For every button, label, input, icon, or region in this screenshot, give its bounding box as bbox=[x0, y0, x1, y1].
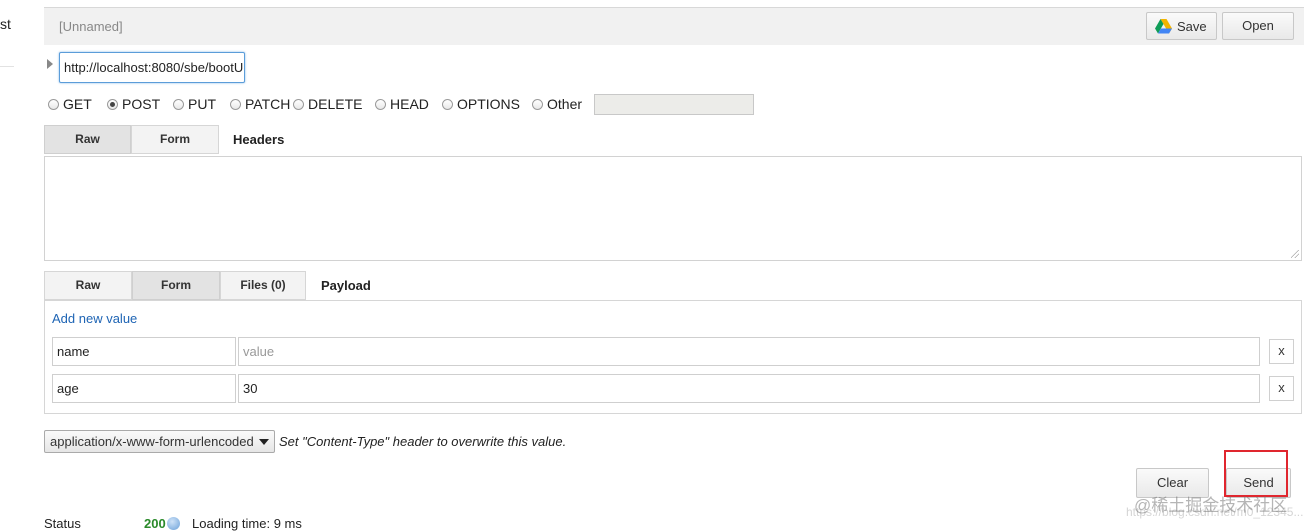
radio-get[interactable] bbox=[48, 99, 59, 110]
triangle-right-icon[interactable] bbox=[47, 59, 53, 69]
method-label: Other bbox=[547, 96, 583, 112]
open-button[interactable]: Open bbox=[1222, 12, 1294, 40]
save-button[interactable]: Save bbox=[1146, 12, 1217, 40]
payload-tab-form[interactable]: Form bbox=[132, 271, 220, 300]
headers-tab-raw[interactable]: Raw bbox=[44, 125, 131, 154]
radio-patch[interactable] bbox=[230, 99, 241, 110]
content-type-select[interactable]: application/x-www-form-urlencoded bbox=[44, 430, 275, 453]
method-label: PUT bbox=[188, 96, 216, 112]
form-row-name-key[interactable]: name bbox=[52, 337, 236, 366]
headers-tab-form[interactable]: Form bbox=[131, 125, 219, 154]
method-put[interactable]: PUT bbox=[173, 96, 216, 112]
form-row-name-value[interactable]: value bbox=[238, 337, 1260, 366]
method-get[interactable]: GET bbox=[48, 96, 92, 112]
method-label: GET bbox=[63, 96, 92, 112]
radio-delete[interactable] bbox=[293, 99, 304, 110]
radio-options[interactable] bbox=[442, 99, 453, 110]
request-title-bar: [Unnamed] Save Open bbox=[44, 7, 1304, 45]
method-label: PATCH bbox=[245, 96, 291, 112]
payload-label: Payload bbox=[321, 278, 371, 293]
radio-head[interactable] bbox=[375, 99, 386, 110]
method-label: DELETE bbox=[308, 96, 363, 112]
method-other[interactable]: Other bbox=[532, 96, 582, 112]
content-type-hint: Set "Content-Type" header to overwrite t… bbox=[279, 434, 567, 449]
radio-put[interactable] bbox=[173, 99, 184, 110]
payload-form-panel: Add new value name value x age 30 x bbox=[44, 300, 1302, 414]
other-method-input[interactable] bbox=[594, 94, 754, 115]
caret-down-icon bbox=[259, 439, 269, 445]
left-panel-fragment: st bbox=[0, 16, 11, 32]
left-panel-edge: st bbox=[0, 0, 14, 529]
method-delete[interactable]: DELETE bbox=[293, 96, 362, 112]
method-label: POST bbox=[122, 96, 161, 112]
google-drive-icon bbox=[1155, 19, 1172, 34]
radio-post[interactable] bbox=[107, 99, 118, 110]
add-new-value-link[interactable]: Add new value bbox=[52, 311, 137, 326]
radio-other[interactable] bbox=[532, 99, 543, 110]
save-button-label: Save bbox=[1177, 19, 1207, 34]
payload-tabbar: Raw Form Files (0) Payload bbox=[44, 271, 404, 300]
headers-textarea[interactable] bbox=[44, 156, 1302, 261]
headers-label: Headers bbox=[233, 132, 285, 147]
left-panel-divider bbox=[0, 66, 14, 67]
form-row-age-value[interactable]: 30 bbox=[238, 374, 1260, 403]
resize-grip-icon[interactable] bbox=[1291, 250, 1299, 258]
method-post[interactable]: POST bbox=[107, 96, 160, 112]
payload-tab-raw[interactable]: Raw bbox=[44, 271, 132, 300]
headers-tabbar: Raw Form Headers bbox=[44, 125, 304, 154]
form-row-age-key[interactable]: age bbox=[52, 374, 236, 403]
watermark-text: @稀土掘金技术社区 bbox=[1134, 496, 1288, 515]
url-input[interactable]: http://localhost:8080/sbe/bootU bbox=[59, 52, 245, 83]
method-options[interactable]: OPTIONS bbox=[442, 96, 520, 112]
send-highlight-box bbox=[1224, 450, 1288, 497]
method-label: HEAD bbox=[390, 96, 429, 112]
content-type-value: application/x-www-form-urlencoded bbox=[50, 434, 254, 449]
method-label: OPTIONS bbox=[457, 96, 521, 112]
method-patch[interactable]: PATCH bbox=[230, 96, 290, 112]
remove-row-button[interactable]: x bbox=[1269, 339, 1294, 364]
method-head[interactable]: HEAD bbox=[375, 96, 429, 112]
request-name[interactable]: [Unnamed] bbox=[59, 19, 123, 34]
remove-row-button[interactable]: x bbox=[1269, 376, 1294, 401]
payload-tab-files[interactable]: Files (0) bbox=[220, 271, 306, 300]
info-icon[interactable] bbox=[167, 517, 180, 530]
